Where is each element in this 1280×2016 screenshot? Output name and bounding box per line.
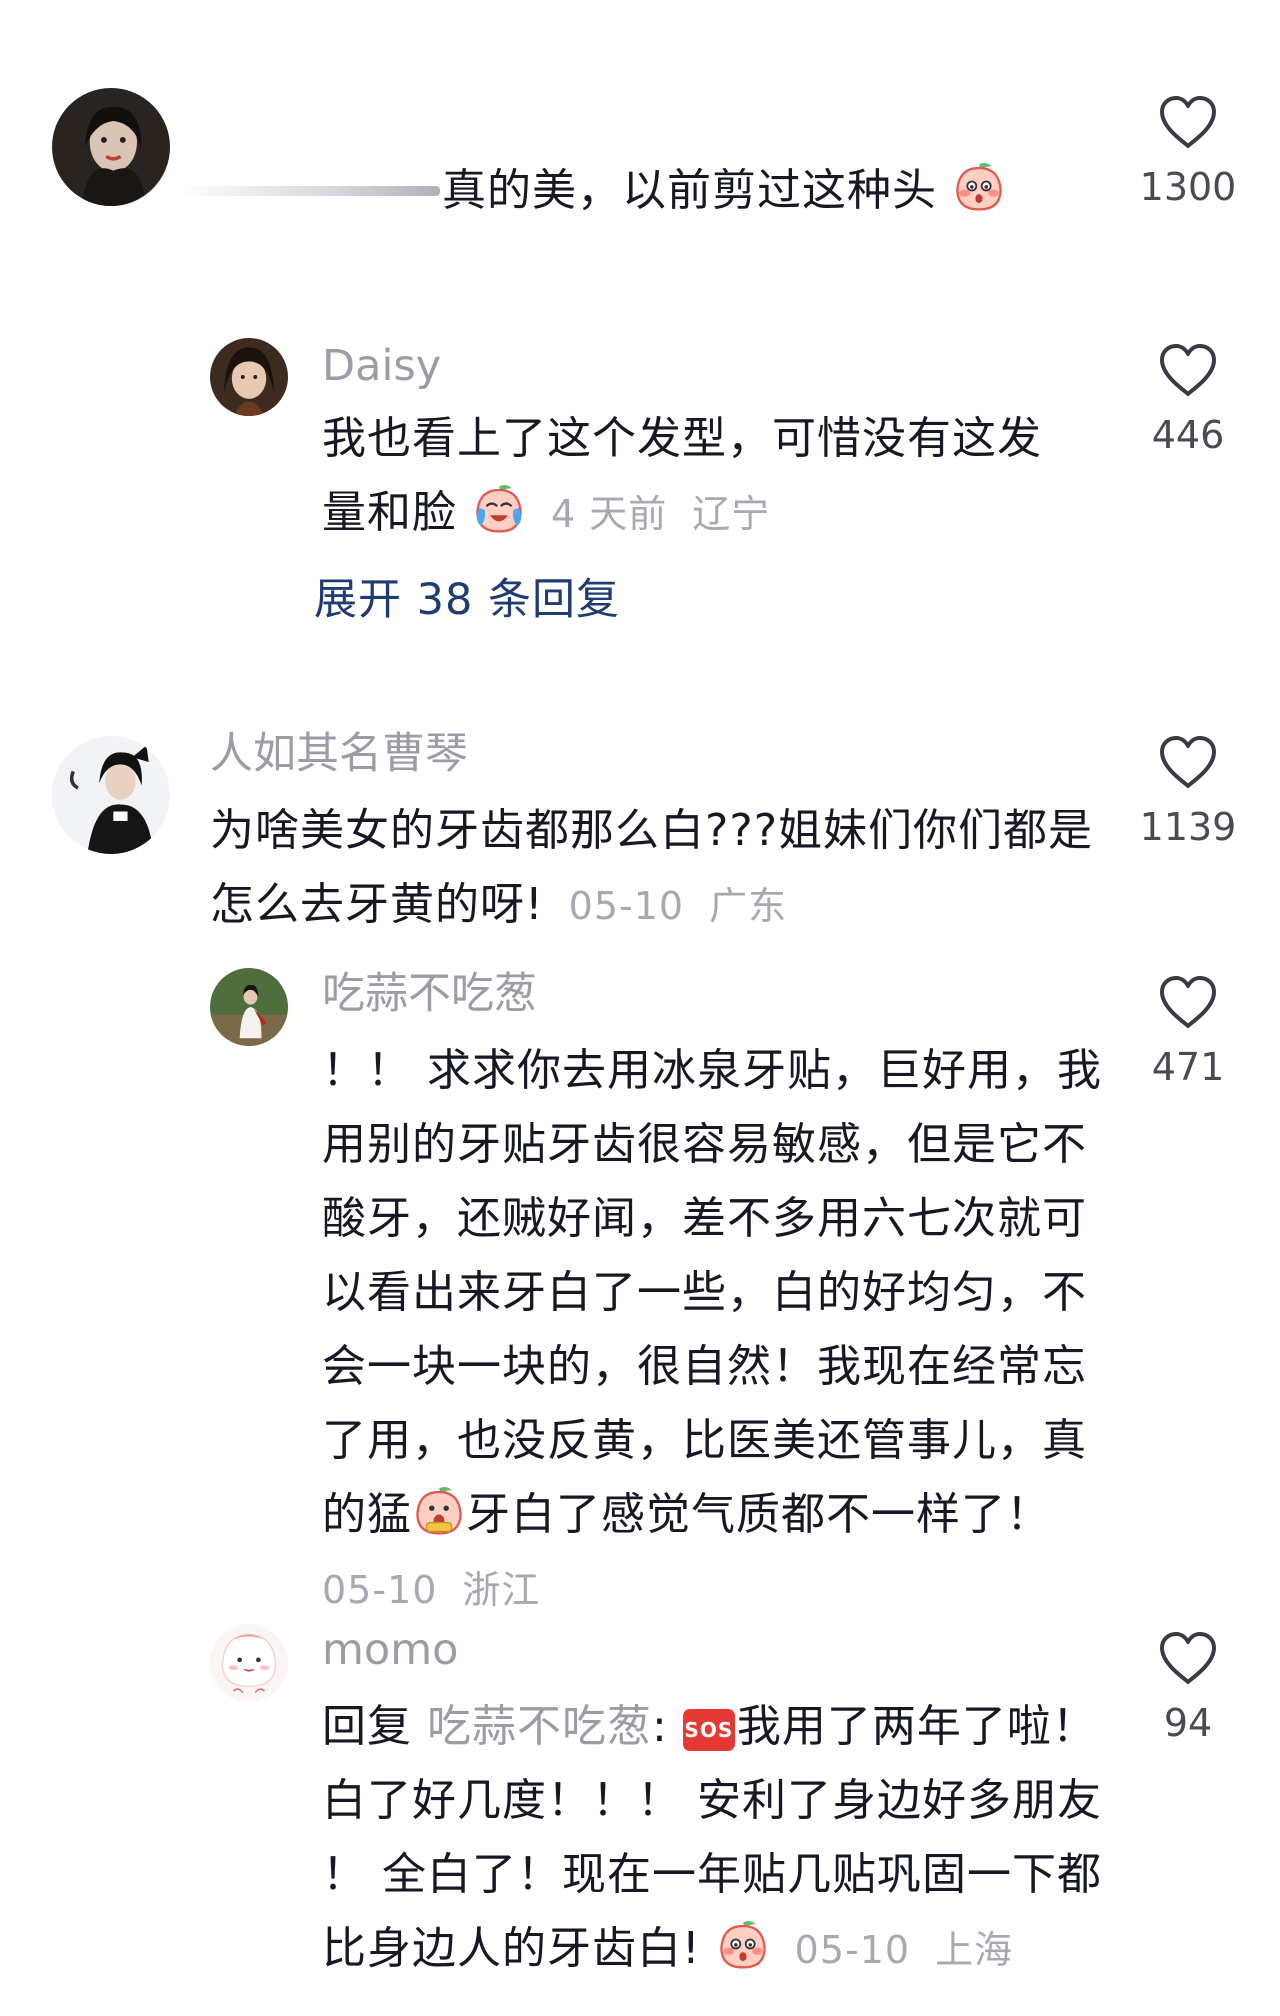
avatar[interactable] [210, 1624, 288, 1702]
like-count: 471 [1151, 1045, 1225, 1089]
like-count: 94 [1163, 1701, 1213, 1745]
comment-text-line: ！！ 求求你去用冰泉牙贴，巨好用，我 [322, 1045, 1102, 1096]
blushing-peach-emoji [952, 159, 1006, 213]
blushing-peach-emoji [716, 1917, 770, 1971]
comment-text-line: 我用了两年了啦！ [736, 1701, 1097, 1752]
reply-mention-link[interactable]: 吃蒜不吃葱 [427, 1701, 652, 1752]
heart-icon[interactable] [1158, 1630, 1218, 1686]
comment-text: 我也看上了这个发型，可惜没有这发 量和脸 4 天前 辽宁 [322, 402, 1042, 550]
reply-prefix: 回复 [322, 1701, 412, 1752]
crying-laughing-peach-emoji [472, 481, 526, 535]
comment-text-line: 用别的牙贴牙齿很容易敏感，但是它不 [322, 1119, 1087, 1170]
comment-text-line: 为啥美女的牙齿都那么白???姐妹们你们都是 [210, 805, 1094, 856]
avatar[interactable] [52, 88, 170, 206]
comment-text: 真的美，以前剪过这种头 [442, 154, 1006, 228]
username[interactable]: 人如其名曹琴 [210, 728, 468, 780]
comment-text-line: 酸牙，还贼好闻，差不多用六七次就可 [322, 1193, 1087, 1244]
comment-text-line: 以看出来牙白了一些，白的好均匀，不 [322, 1267, 1087, 1318]
comment-text-line: 我也看上了这个发型，可惜没有这发 [322, 413, 1042, 464]
comment-text-line: 的猛 [322, 1489, 412, 1540]
comment-text-line: 牙白了感觉气质都不一样了！ [466, 1489, 1051, 1540]
comment-text-line: ！ 全白了！现在一年贴几贴巩固一下都 [322, 1849, 1102, 1900]
username[interactable]: Daisy [322, 340, 441, 392]
like-count: 1300 [1139, 165, 1237, 209]
comment-location: 辽宁 [692, 492, 771, 536]
heart-icon[interactable] [1158, 974, 1218, 1030]
avatar[interactable] [210, 338, 288, 416]
username[interactable]: momo [322, 1624, 458, 1676]
comment-location: 上海 [935, 1928, 1014, 1972]
comment-list: 真的美，以前剪过这种头 1300 Daisy 我也看上了这个发型，可惜没有这发 … [0, 0, 1280, 2016]
comment-text-line: 会一块一块的，很自然！我现在经常忘 [322, 1341, 1087, 1392]
like-button[interactable]: 1139 [1118, 734, 1258, 850]
comment-time: 4 天前 [551, 492, 668, 536]
comment-text-line: 比身边人的牙齿白! [322, 1923, 701, 1974]
expand-replies-button[interactable]: 展开 38 条回复 [314, 570, 620, 630]
comment-time: 05-10 [568, 884, 685, 928]
like-count: 446 [1151, 413, 1225, 457]
heart-icon[interactable] [1158, 94, 1218, 150]
comment-text: 回复 吃蒜不吃葱: SOS我用了两年了啦！ 白了好几度！！！ 安利了身边好多朋友… [322, 1690, 1102, 1986]
comment-text-line: 了用，也没反黄，比医美还管事儿，真 [322, 1415, 1087, 1466]
username[interactable]: 吃蒜不吃葱 [322, 968, 537, 1020]
heart-icon[interactable] [1158, 342, 1218, 398]
shocked-peach-emoji [412, 1483, 466, 1537]
avatar[interactable] [210, 968, 288, 1046]
comment-time: 05-10 [322, 1568, 438, 1612]
comment-text: 为啥美女的牙齿都那么白???姐妹们你们都是 怎么去牙黄的呀! 05-10 广东 [210, 794, 1093, 942]
comment-text-line: 量和脸 [322, 487, 457, 538]
comment-text-line: 怎么去牙黄的呀! [210, 879, 544, 930]
comment-text-line: 白了好几度！！！ 安利了身边好多朋友 [322, 1775, 1102, 1826]
comment-time: 05-10 [794, 1928, 911, 1972]
reply-colon: : [652, 1701, 668, 1752]
avatar[interactable] [52, 736, 170, 854]
like-count: 1139 [1139, 805, 1237, 849]
heart-icon[interactable] [1158, 734, 1218, 790]
like-button[interactable]: 1300 [1118, 94, 1258, 210]
sos-emoji: SOS [682, 1709, 735, 1751]
like-button[interactable]: 94 [1118, 1630, 1258, 1746]
like-button[interactable]: 471 [1118, 974, 1258, 1090]
comment-location: 浙江 [462, 1568, 541, 1612]
like-button[interactable]: 446 [1118, 342, 1258, 458]
comment-text-line: 真的美，以前剪过这种头 [442, 165, 937, 216]
hidden-username [180, 186, 440, 196]
comment-text: ！！ 求求你去用冰泉牙贴，巨好用，我 用别的牙贴牙齿很容易敏感，但是它不 酸牙，… [322, 1034, 1102, 1626]
comment-location: 广东 [709, 884, 788, 928]
